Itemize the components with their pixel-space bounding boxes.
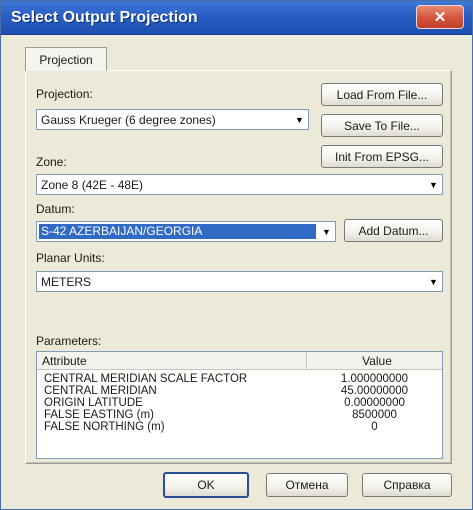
- zone-select-value: Zone 8 (42E - 48E): [41, 177, 144, 192]
- table-row[interactable]: ORIGIN LATITUDE 0.00000000: [37, 397, 442, 409]
- tab-projection-label: Projection: [39, 52, 93, 67]
- table-row[interactable]: CENTRAL MERIDIAN 45.00000000: [37, 385, 442, 397]
- zone-select[interactable]: Zone 8 (42E - 48E) ▼: [36, 174, 443, 195]
- projection-label: Projection:: [36, 87, 93, 101]
- window-title: Select Output Projection: [11, 9, 198, 26]
- save-to-file-button[interactable]: Save To File...: [321, 114, 443, 137]
- title-bar[interactable]: Select Output Projection ✕: [1, 1, 472, 35]
- planar-units-select[interactable]: METERS ▼: [36, 271, 443, 292]
- dialog-content: Projection Projection: Gauss Krueger (6 …: [1, 36, 472, 509]
- projection-tab-panel: Projection: Gauss Krueger (6 degree zone…: [25, 70, 452, 464]
- cancel-button[interactable]: Отмена: [266, 473, 348, 497]
- parameters-header: Attribute Value: [37, 352, 442, 370]
- zone-label: Zone:: [36, 155, 67, 169]
- value-cell: 45.00000000: [340, 385, 409, 397]
- projection-select-value: Gauss Krueger (6 degree zones): [41, 112, 216, 127]
- table-row[interactable]: FALSE EASTING (m) 8500000: [37, 409, 442, 421]
- chevron-down-icon: ▼: [322, 226, 331, 237]
- attribute-cell: FALSE EASTING (m): [44, 409, 154, 421]
- attribute-cell: CENTRAL MERIDIAN: [44, 385, 157, 397]
- ok-button[interactable]: OK: [163, 472, 249, 498]
- attribute-cell: FALSE NORTHING (m): [44, 421, 165, 433]
- table-row[interactable]: CENTRAL MERIDIAN SCALE FACTOR 1.00000000…: [37, 373, 442, 385]
- chevron-down-icon: ▼: [295, 114, 304, 125]
- init-from-epsg-button[interactable]: Init From EPSG...: [321, 145, 443, 168]
- column-header-attribute[interactable]: Attribute: [37, 352, 307, 369]
- close-button[interactable]: ✕: [416, 5, 464, 29]
- parameters-label: Parameters:: [36, 334, 102, 348]
- datum-label: Datum:: [36, 202, 75, 216]
- column-header-value[interactable]: Value: [307, 352, 442, 369]
- value-cell: 0: [371, 421, 378, 433]
- add-datum-button[interactable]: Add Datum...: [344, 219, 443, 242]
- datum-select[interactable]: S-42 AZERBAIJAN/GEORGIA ▼: [36, 221, 336, 242]
- datum-select-value: S-42 AZERBAIJAN/GEORGIA: [39, 224, 316, 239]
- value-cell: 1.000000000: [340, 373, 409, 385]
- chevron-down-icon: ▼: [429, 276, 438, 287]
- parameters-list[interactable]: Attribute Value CENTRAL MERIDIAN SCALE F…: [36, 351, 443, 459]
- value-cell: 8500000: [352, 409, 397, 421]
- attribute-cell: ORIGIN LATITUDE: [44, 397, 143, 409]
- planar-units-label: Planar Units:: [36, 251, 105, 265]
- tab-projection[interactable]: Projection: [25, 47, 107, 71]
- value-cell: 0.00000000: [344, 397, 405, 409]
- chevron-down-icon: ▼: [429, 179, 438, 190]
- projection-select[interactable]: Gauss Krueger (6 degree zones) ▼: [36, 109, 309, 130]
- help-button[interactable]: Справка: [362, 473, 452, 497]
- attribute-cell: CENTRAL MERIDIAN SCALE FACTOR: [44, 373, 248, 385]
- planar-units-select-value: METERS: [41, 274, 92, 289]
- select-output-projection-dialog: Select Output Projection ✕ Projection Pr…: [0, 0, 473, 510]
- close-icon: ✕: [433, 9, 447, 26]
- table-row[interactable]: FALSE NORTHING (m) 0: [37, 421, 442, 433]
- load-from-file-button[interactable]: Load From File...: [321, 83, 443, 106]
